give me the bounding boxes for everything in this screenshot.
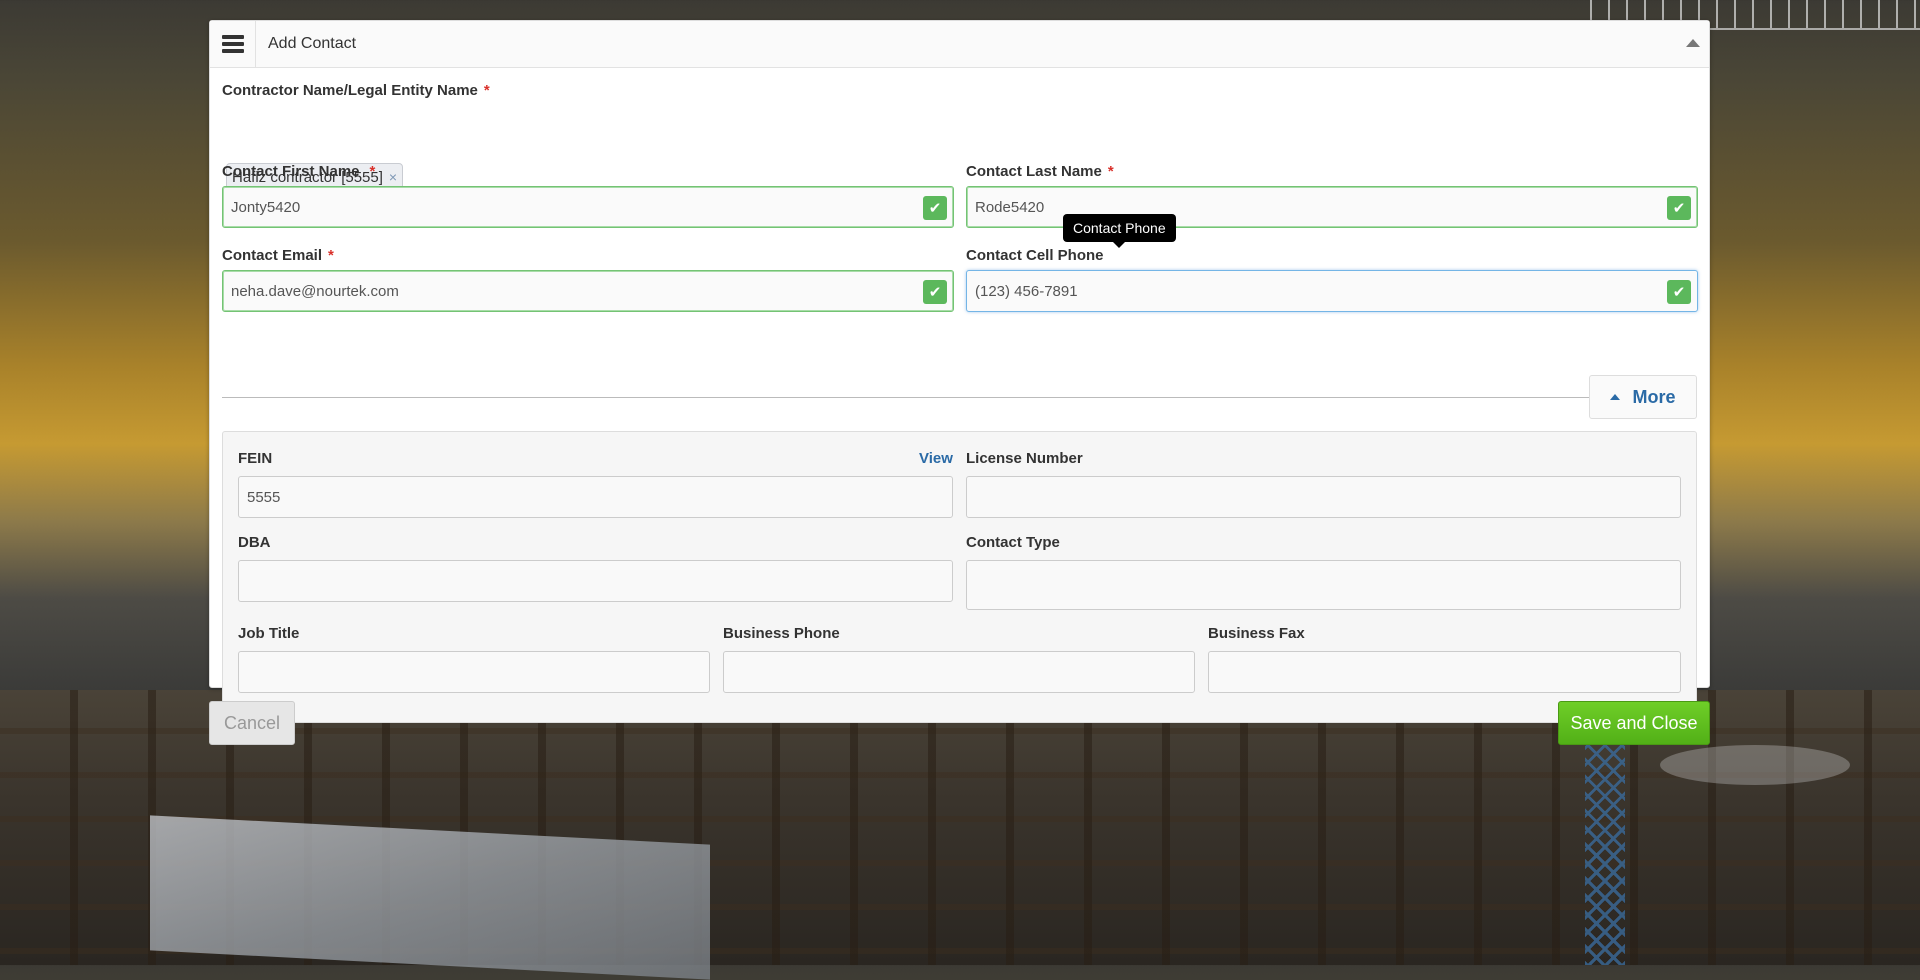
more-fields-panel: FEIN View 5555 License Number DBA Contac…: [222, 431, 1697, 723]
contact-type-label: Contact Type: [966, 534, 1060, 551]
required-mark: *: [1107, 163, 1114, 180]
job-title-label: Job Title: [238, 625, 300, 642]
check-icon: ✔: [1667, 196, 1691, 220]
panel-header: Add Contact: [210, 21, 1709, 68]
required-mark: *: [369, 163, 376, 180]
more-button-label: More: [1632, 386, 1676, 407]
license-number-label: License Number: [966, 450, 1083, 467]
required-mark: *: [328, 247, 334, 264]
divider: [222, 397, 1602, 398]
cell-phone-field[interactable]: (123) 456-7891 ✔: [966, 270, 1698, 312]
first-name-label-text: Contact First Name: [222, 163, 360, 180]
tarp: [150, 815, 710, 980]
cell-phone-tooltip: Contact Phone: [1063, 214, 1176, 248]
check-icon: ✔: [1667, 280, 1691, 304]
hamburger-icon: [221, 32, 244, 56]
cell-phone-value: (123) 456-7891: [975, 282, 1078, 300]
business-fax-label: Business Fax: [1208, 625, 1305, 642]
caret-up-icon: [1610, 394, 1621, 400]
scaffold-tower: [1585, 740, 1625, 965]
add-contact-panel: Add Contact Contractor Name/Legal Entity…: [209, 20, 1710, 723]
job-title-field[interactable]: [238, 651, 710, 693]
business-phone-field[interactable]: [723, 651, 1195, 693]
last-name-label-text: Contact Last Name: [966, 163, 1102, 180]
more-button[interactable]: More: [1589, 375, 1697, 419]
menu-button[interactable]: [210, 21, 256, 67]
cell-phone-label: Contact Cell Phone: [966, 247, 1104, 264]
required-mark: *: [483, 82, 490, 99]
collapse-caret-icon[interactable]: [1685, 37, 1701, 49]
tag-remove-icon[interactable]: ×: [389, 169, 397, 185]
business-fax-field[interactable]: [1208, 651, 1681, 693]
fein-value: 5555: [247, 488, 281, 506]
first-name-label: Contact First Name *: [222, 163, 375, 180]
check-icon: ✔: [923, 196, 947, 220]
business-phone-label: Business Phone: [723, 625, 840, 642]
check-icon: ✔: [923, 280, 947, 304]
license-number-field[interactable]: [966, 476, 1681, 518]
save-and-close-button[interactable]: Save and Close: [1558, 701, 1710, 745]
dba-label: DBA: [238, 534, 271, 551]
panel-title: Add Contact: [268, 35, 357, 52]
fein-label: FEIN: [238, 450, 273, 467]
dba-field[interactable]: [238, 560, 953, 602]
fein-field[interactable]: 5555: [238, 476, 953, 518]
first-name-value: Jonty5420: [231, 198, 301, 216]
email-field[interactable]: neha.dave@nourtek.com ✔: [222, 270, 954, 312]
fein-view-link[interactable]: View: [919, 450, 953, 467]
cancel-button[interactable]: Cancel: [209, 701, 295, 745]
email-label: Contact Email *: [222, 247, 334, 264]
last-name-label: Contact Last Name *: [966, 163, 1114, 180]
email-label-text: Contact Email: [222, 247, 323, 264]
contractor-label: Contractor Name/Legal Entity Name *: [222, 82, 490, 99]
email-value: neha.dave@nourtek.com: [231, 282, 399, 300]
contractor-label-text: Contractor Name/Legal Entity Name: [222, 82, 478, 99]
contact-type-select[interactable]: [966, 560, 1681, 610]
first-name-field[interactable]: Jonty5420 ✔: [222, 186, 954, 228]
last-name-value: Rode5420: [975, 198, 1045, 216]
helipad: [1660, 745, 1850, 785]
